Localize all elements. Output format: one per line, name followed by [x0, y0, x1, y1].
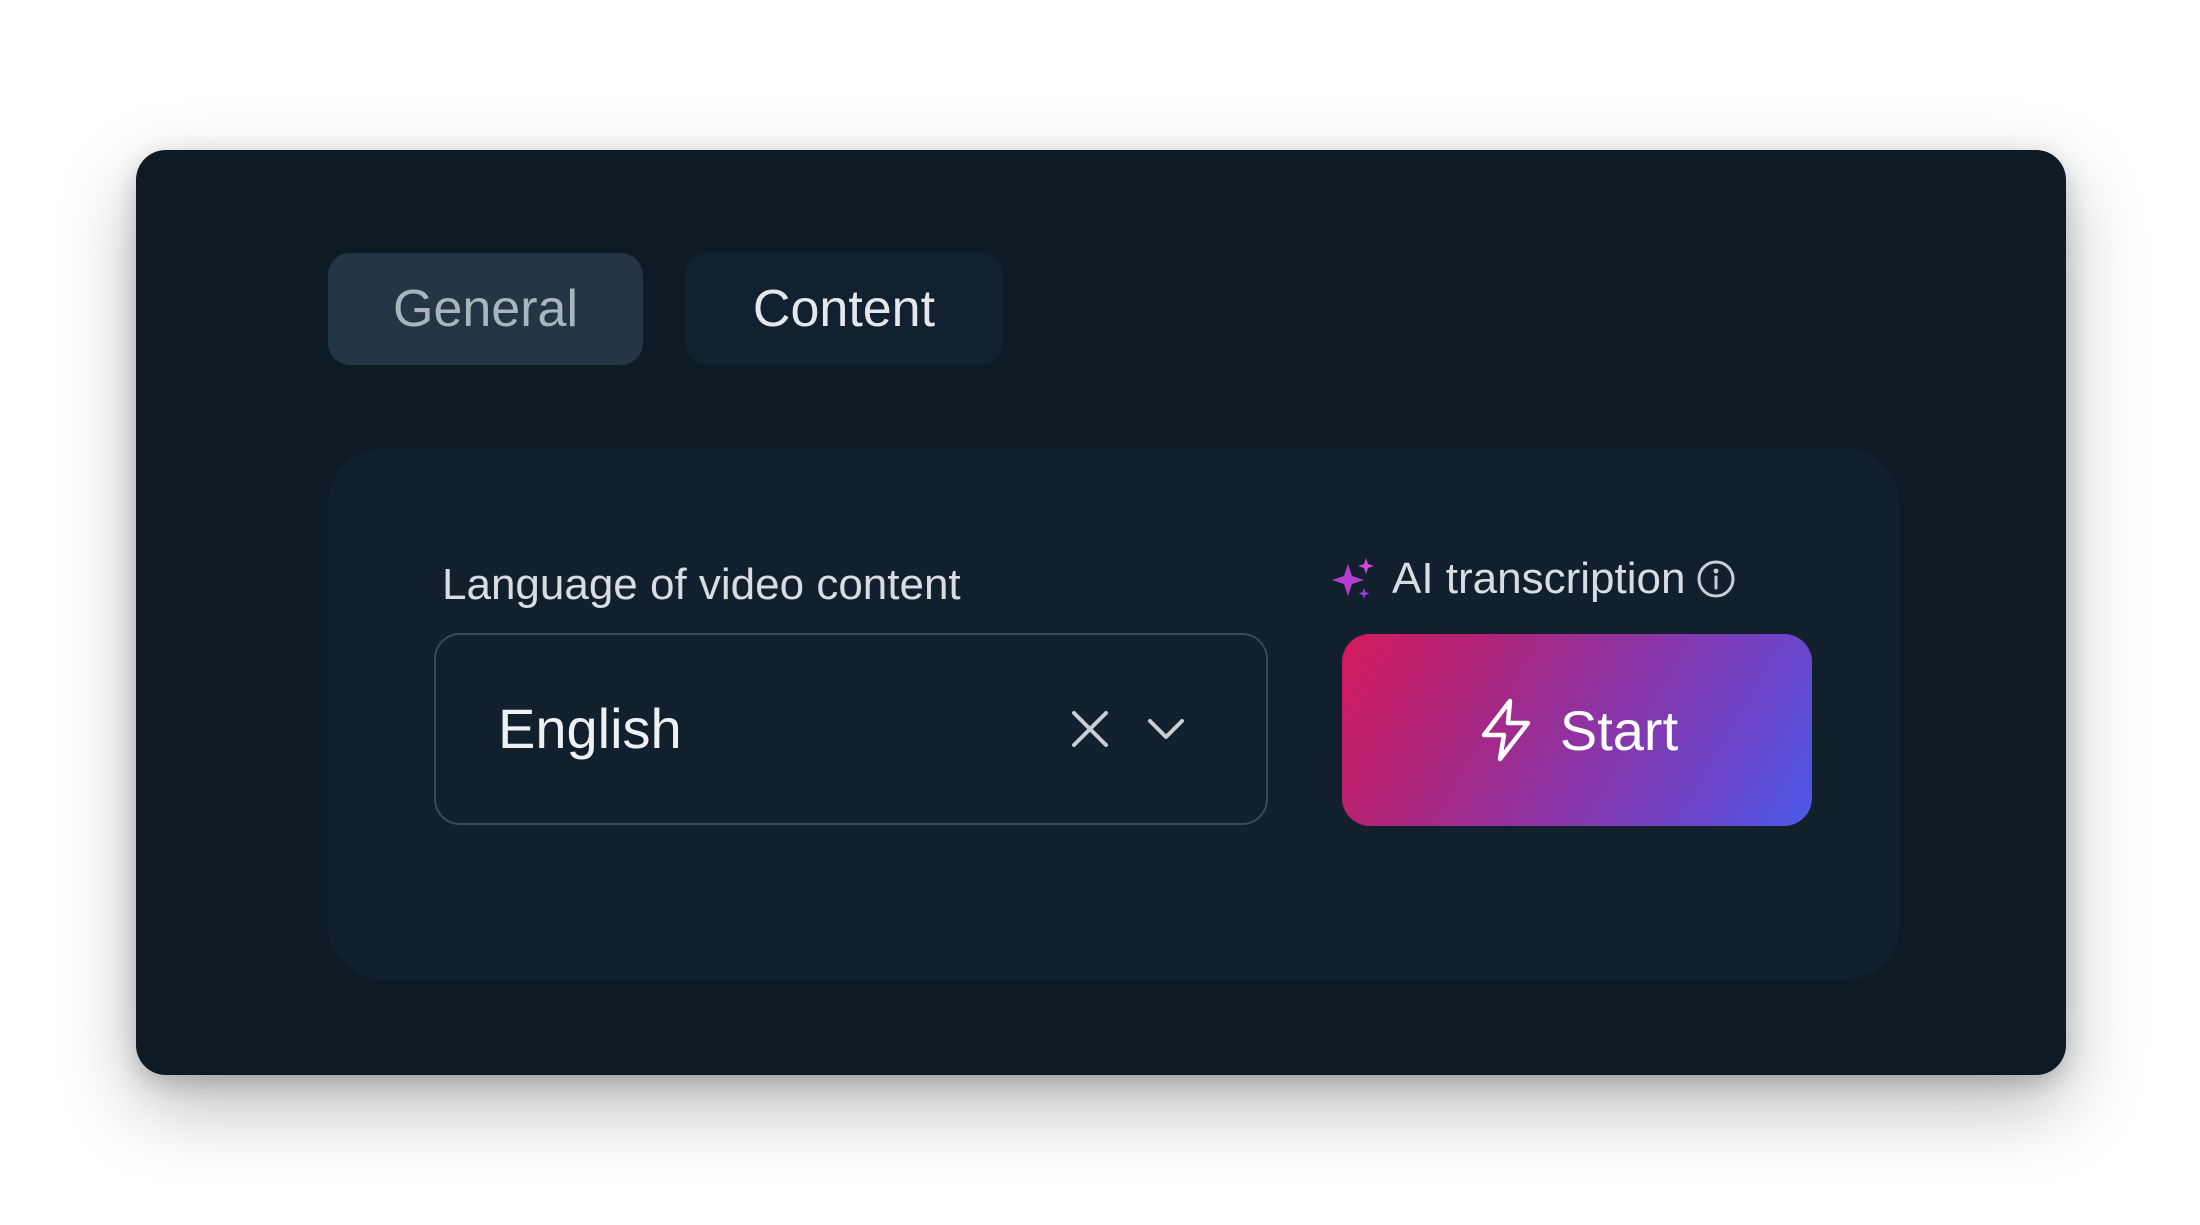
tab-bar: General Content — [328, 253, 1003, 365]
language-select-value: English — [498, 697, 682, 760]
tab-general[interactable]: General — [328, 253, 643, 365]
ai-transcription-label: AI transcription — [1328, 554, 1737, 604]
ai-transcription-text: AI transcription — [1392, 554, 1686, 603]
info-icon[interactable] — [1695, 558, 1737, 600]
start-button-label: Start — [1559, 698, 1679, 762]
tab-content[interactable]: Content — [685, 253, 1003, 365]
close-icon[interactable] — [1068, 707, 1112, 751]
start-transcription-button[interactable]: Start — [1342, 634, 1812, 826]
language-select[interactable]: English — [434, 633, 1268, 825]
transcription-panel: Language of video content English AI tra… — [328, 448, 1900, 980]
sparkle-icon — [1332, 558, 1374, 599]
chevron-down-icon[interactable] — [1144, 709, 1188, 749]
settings-card: General Content Language of video conten… — [136, 150, 2066, 1075]
language-field-label: Language of video content — [442, 560, 961, 609]
lightning-bolt-icon — [1481, 698, 1531, 762]
